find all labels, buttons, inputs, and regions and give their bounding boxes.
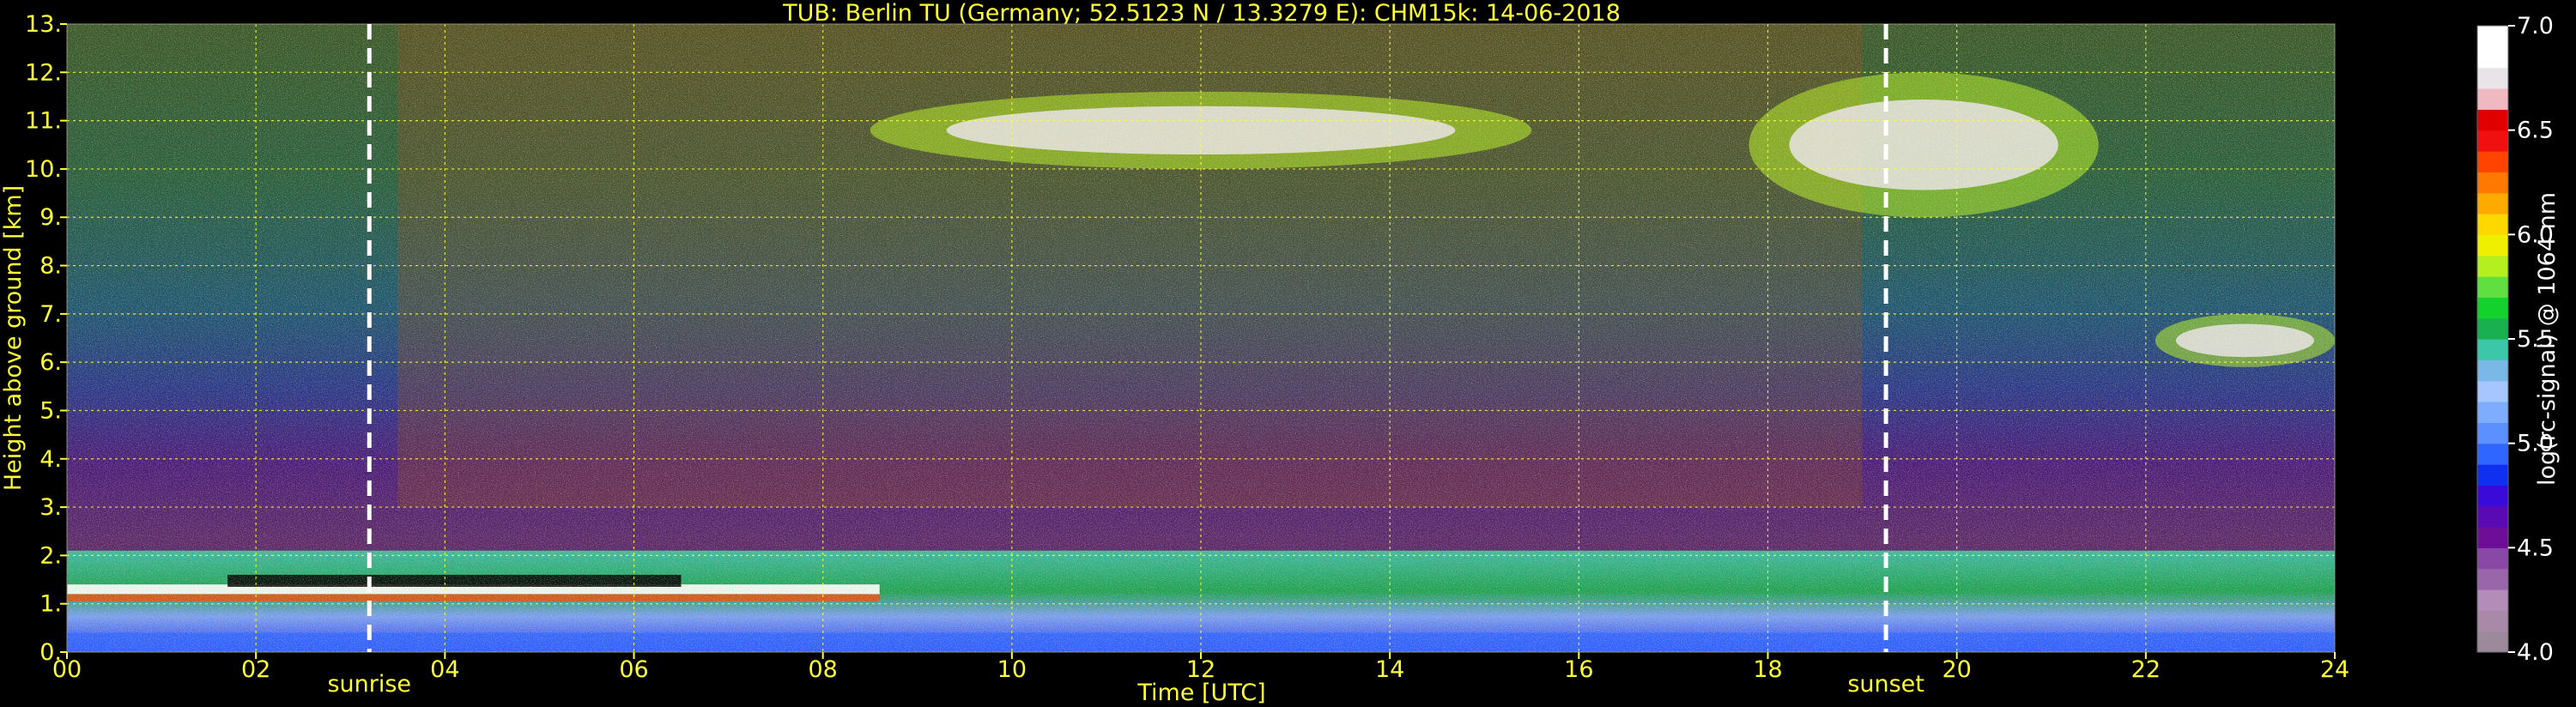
lidar-quicklook-figure: TUB: Berlin TU (Germany; 52.5123 N / 13.… (0, 0, 2561, 706)
colorbar-segment (2477, 297, 2508, 319)
x-tick-label: 08 (808, 656, 837, 683)
x-tick-label: 18 (1753, 656, 1782, 683)
x-tick-label: 24 (2320, 656, 2349, 683)
x-tick-label: 20 (1942, 656, 1971, 683)
x-tick-label: 06 (619, 656, 648, 683)
colorbar-segment (2477, 547, 2508, 570)
colorbar-segment (2477, 46, 2508, 69)
colorbar-segment (2477, 505, 2508, 528)
colorbar-segment (2477, 464, 2508, 486)
colorbar-segment (2477, 568, 2508, 590)
y-tick-label: 0. (39, 639, 62, 666)
colorbar-segment (2477, 130, 2508, 152)
colorbar-segment (2477, 317, 2508, 340)
x-tick-label: 14 (1375, 656, 1404, 683)
x-tick-label: 02 (241, 656, 270, 683)
colorbar-tick-label: 4.5 (2517, 535, 2554, 561)
colorbar-segment (2477, 527, 2508, 548)
colorbar-segment (2477, 192, 2508, 215)
colorbar-segment (2477, 443, 2508, 465)
y-tick-label: 7. (39, 301, 62, 328)
colorbar-segment (2477, 276, 2508, 298)
colorbar-segment (2477, 255, 2508, 277)
marker-label-sunset: sunset (1847, 671, 1924, 698)
colorbar-segment (2477, 88, 2508, 110)
y-tick-label: 11. (25, 108, 62, 135)
colorbar-tick-label: 4.0 (2517, 639, 2554, 666)
plot-area (67, 24, 2335, 652)
y-tick-label: 5. (39, 397, 62, 424)
x-tick-label: 10 (997, 656, 1027, 683)
y-tick-label: 6. (39, 349, 62, 376)
colorbar-tick-label: 7.0 (2517, 13, 2554, 39)
colorbar-label: log(rc-signal) @ 1064 nm (2534, 192, 2561, 486)
x-axis-label: Time [UTC] (1136, 680, 1265, 706)
colorbar-segment (2477, 360, 2508, 382)
colorbar-segment (2477, 172, 2508, 194)
colorbar-segment (2477, 610, 2508, 632)
colorbar-segment (2477, 26, 2508, 47)
colorbar-segment (2477, 589, 2508, 611)
y-tick-label: 12. (25, 59, 62, 86)
y-tick-label: 1. (39, 591, 62, 618)
colorbar-segment (2477, 339, 2508, 360)
colorbar-segment (2477, 214, 2508, 235)
y-axis-label: Height above ground [km] (0, 185, 27, 491)
colorbar-segment (2477, 380, 2508, 402)
x-tick-label: 16 (1564, 656, 1593, 683)
colorbar-segment (2477, 631, 2508, 653)
colorbar-segment (2477, 485, 2508, 507)
y-tick-label: 3. (39, 494, 62, 521)
colorbar-segment (2477, 109, 2508, 131)
colorbar-segment (2477, 422, 2508, 444)
colorbar-segment (2477, 234, 2508, 257)
x-tick-label: 22 (2131, 656, 2161, 683)
x-tick-label: 04 (430, 656, 459, 683)
y-tick-label: 10. (25, 156, 62, 183)
y-tick-label: 13. (25, 11, 62, 38)
y-tick-label: 2. (39, 542, 62, 569)
y-tick-label: 4. (39, 446, 62, 473)
marker-label-sunrise: sunrise (327, 671, 411, 698)
colorbar-segment (2477, 67, 2508, 89)
colorbar-segment (2477, 151, 2508, 172)
y-tick-label: 9. (39, 204, 62, 231)
chart-title: TUB: Berlin TU (Germany; 52.5123 N / 13.… (782, 0, 1621, 27)
colorbar-segment (2477, 402, 2508, 423)
colorbar-tick-label: 6.5 (2517, 118, 2554, 144)
y-tick-label: 8. (39, 253, 62, 280)
